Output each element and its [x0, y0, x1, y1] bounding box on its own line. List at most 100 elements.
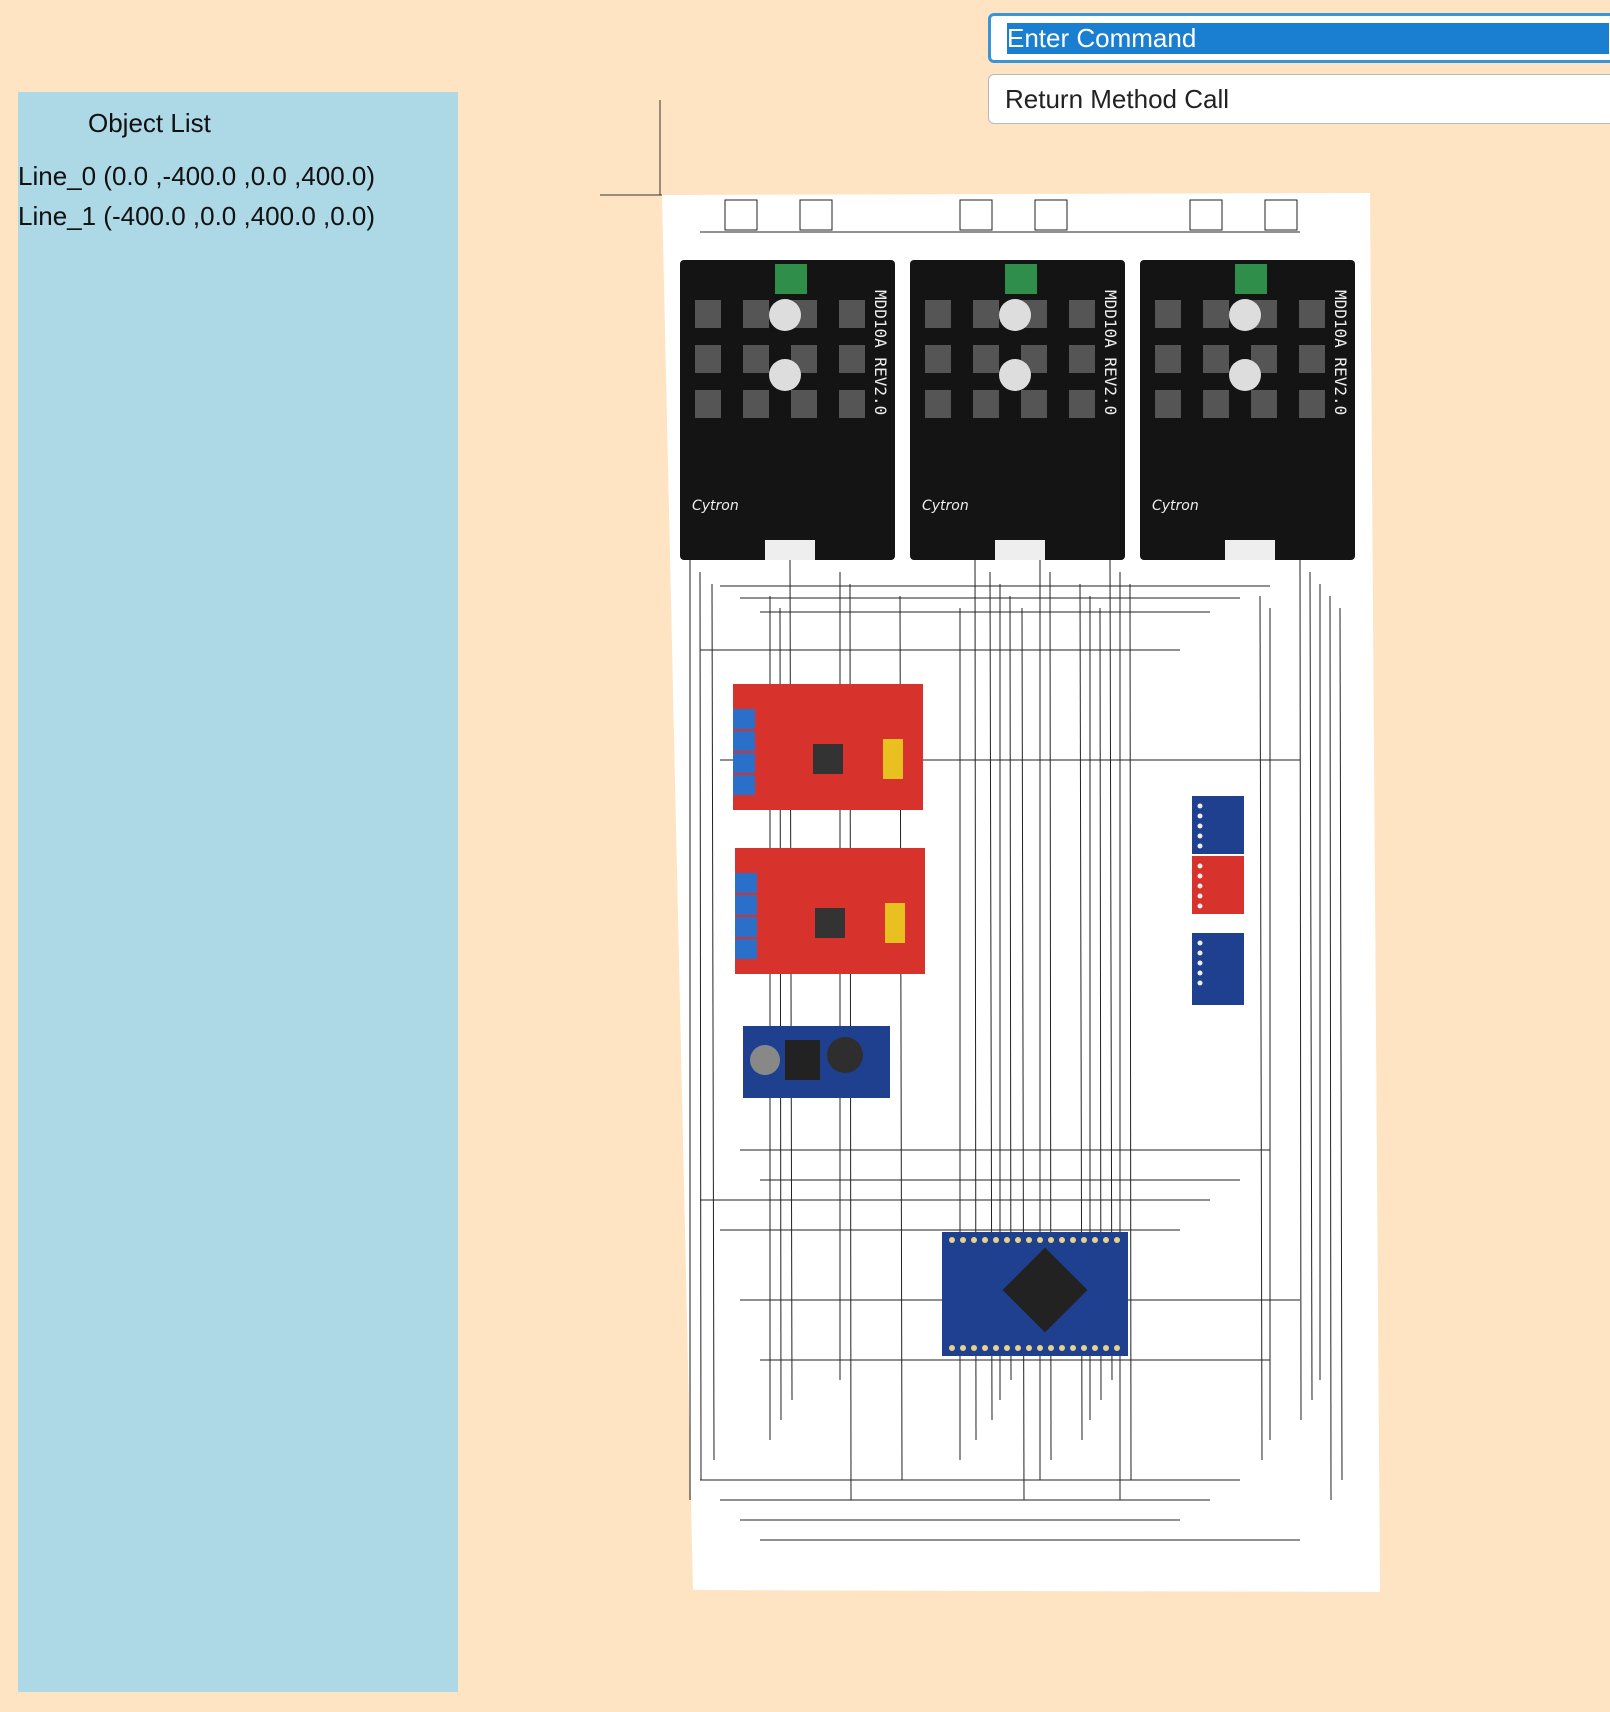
capacitor: [999, 299, 1031, 331]
motor-driver-1: MDD10A REV2.0 Cytron: [680, 260, 895, 560]
pin: [1081, 1237, 1087, 1243]
mosfet: [743, 300, 769, 328]
pin: [1197, 950, 1203, 956]
header: [883, 739, 903, 779]
mosfet: [925, 345, 951, 373]
mosfet: [1251, 390, 1277, 418]
circuit-canvas[interactable]: MDD10A REV2.0CytronMDD10A REV2.0CytronMD…: [0, 0, 1610, 1712]
terminal-block: [1235, 264, 1267, 294]
pin: [971, 1345, 977, 1351]
red-driver-2: [735, 848, 925, 974]
pin: [971, 1237, 977, 1243]
pro-mini: [942, 1232, 1128, 1356]
pin: [960, 1237, 966, 1243]
imu-2: [1192, 933, 1244, 1005]
pin: [1197, 903, 1203, 909]
pin: [1070, 1237, 1076, 1243]
mosfet: [1069, 345, 1095, 373]
pin: [1197, 873, 1203, 879]
red-driver-1: [733, 684, 923, 810]
pin: [1092, 1237, 1098, 1243]
mosfet: [839, 300, 865, 328]
capacitor: [769, 359, 801, 391]
pin: [1197, 883, 1203, 889]
screw-terminal: [735, 917, 757, 937]
motor-driver-3: MDD10A REV2.0 Cytron: [1140, 260, 1355, 560]
pin: [1048, 1237, 1054, 1243]
pin: [1197, 893, 1203, 899]
pin: [1197, 863, 1203, 869]
pin: [993, 1237, 999, 1243]
screw-terminal: [733, 731, 755, 751]
pin: [1103, 1237, 1109, 1243]
mosfet: [1155, 300, 1181, 328]
pin: [982, 1237, 988, 1243]
mosfet: [925, 390, 951, 418]
mosfet: [695, 300, 721, 328]
board-label: MDD10A REV2.0: [871, 290, 890, 415]
terminal-block: [1005, 264, 1037, 294]
mosfet: [1299, 300, 1325, 328]
pin: [1070, 1345, 1076, 1351]
pin: [960, 1345, 966, 1351]
pin: [1059, 1237, 1065, 1243]
buck-converter: [743, 1026, 890, 1098]
imu-1: [1192, 796, 1244, 854]
capacitor: [750, 1045, 780, 1075]
mosfet: [1299, 390, 1325, 418]
screw-terminal: [735, 873, 757, 893]
board-logo: Cytron: [692, 498, 739, 514]
mosfet: [695, 390, 721, 418]
mosfet: [973, 300, 999, 328]
mosfet: [1203, 345, 1229, 373]
screw-terminal: [735, 895, 757, 915]
mosfet: [791, 390, 817, 418]
pin: [1004, 1345, 1010, 1351]
pin: [1197, 823, 1203, 829]
mosfet: [743, 345, 769, 373]
screw-terminal: [735, 939, 757, 959]
pin: [1197, 833, 1203, 839]
mosfet: [1155, 345, 1181, 373]
mosfet: [973, 345, 999, 373]
pin: [1004, 1237, 1010, 1243]
mosfet: [839, 345, 865, 373]
pin: [1103, 1345, 1109, 1351]
screw-terminal: [733, 753, 755, 773]
mosfet: [925, 300, 951, 328]
mosfet: [1203, 300, 1229, 328]
pin: [1114, 1345, 1120, 1351]
mosfet: [695, 345, 721, 373]
mosfet: [1203, 390, 1229, 418]
capacitor: [1229, 299, 1261, 331]
terminal-block: [775, 264, 807, 294]
pin: [1197, 843, 1203, 849]
mosfet: [1155, 390, 1181, 418]
inductor: [827, 1037, 863, 1073]
pin: [1037, 1237, 1043, 1243]
pin: [1026, 1237, 1032, 1243]
pin: [1197, 813, 1203, 819]
sensor-red: [1192, 856, 1244, 914]
chip: [815, 908, 845, 938]
capacitor: [999, 359, 1031, 391]
screw-terminal: [733, 775, 755, 795]
motor-driver-2: MDD10A REV2.0 Cytron: [910, 260, 1125, 560]
regulator: [785, 1040, 820, 1080]
pin: [1081, 1345, 1087, 1351]
pin: [1197, 803, 1203, 809]
capacitor: [1229, 359, 1261, 391]
pin: [1197, 960, 1203, 966]
header: [765, 540, 815, 560]
pin: [1059, 1345, 1065, 1351]
mosfet: [973, 390, 999, 418]
pin: [1197, 980, 1203, 986]
mosfet: [1021, 390, 1047, 418]
pin: [1048, 1345, 1054, 1351]
mosfet: [839, 390, 865, 418]
header: [995, 540, 1045, 560]
pin: [993, 1345, 999, 1351]
header: [1225, 540, 1275, 560]
pin: [949, 1237, 955, 1243]
pin: [949, 1345, 955, 1351]
